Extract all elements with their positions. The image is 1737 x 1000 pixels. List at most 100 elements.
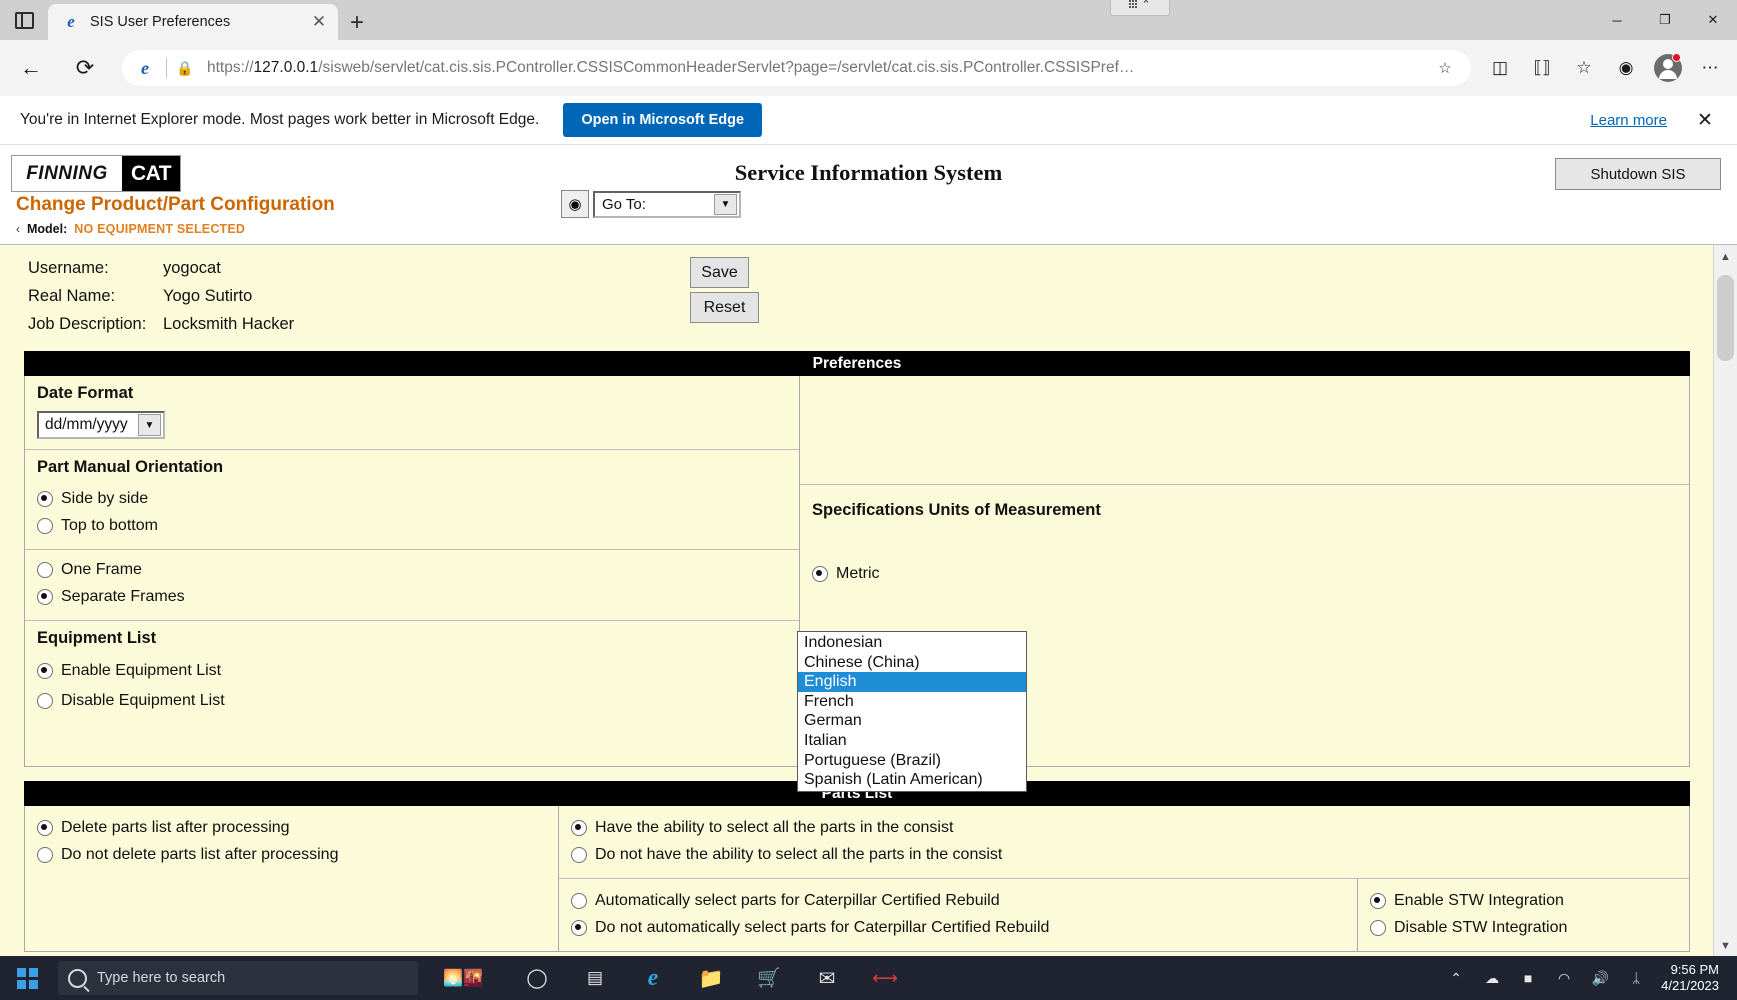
settings-and-more-button[interactable]: ⋯: [1691, 50, 1729, 86]
scrollbar-thumb[interactable]: [1717, 275, 1734, 361]
save-button[interactable]: Save: [690, 257, 749, 288]
radio-disable-stw-integration[interactable]: Disable STW Integration: [1370, 914, 1677, 941]
language-option[interactable]: Italian: [798, 731, 1026, 751]
mail-icon[interactable]: ✉: [798, 956, 856, 1000]
radio-no-ability-select-all[interactable]: Do not have the ability to select all th…: [571, 841, 1677, 868]
radio-have-ability-select-all[interactable]: Have the ability to select all the parts…: [571, 814, 1677, 841]
radio-icon: [1370, 920, 1386, 936]
split-screen-icon[interactable]: ◫: [1481, 50, 1519, 86]
bluetooth-icon[interactable]: ᛦ: [1619, 956, 1653, 1000]
radio-delete-parts-list[interactable]: Delete parts list after processing: [37, 814, 546, 841]
goto-icon[interactable]: ◉: [561, 190, 589, 218]
window-drag-handle[interactable]: ⌃: [1110, 0, 1170, 16]
rebuild-and-stw-group: Automatically select parts for Caterpill…: [559, 879, 1689, 951]
language-option[interactable]: Spanish (Latin American): [798, 770, 1026, 790]
language-option[interactable]: German: [798, 711, 1026, 731]
back-button[interactable]: ←: [8, 49, 54, 87]
new-tab-button[interactable]: +: [338, 6, 376, 40]
address-bar[interactable]: e 🔒 https://127.0.0.1/sisweb/servlet/cat…: [122, 50, 1471, 86]
language-option[interactable]: Indonesian: [798, 633, 1026, 653]
username-value: yogocat: [163, 259, 221, 287]
open-in-edge-button[interactable]: Open in Microsoft Edge: [563, 103, 762, 137]
radio-one-frame[interactable]: One Frame: [37, 556, 787, 583]
stw-options: Enable STW Integration Disable STW Integ…: [1357, 879, 1689, 951]
file-explorer-icon[interactable]: 📁: [682, 956, 740, 1000]
volume-icon[interactable]: 🔊: [1583, 956, 1617, 1000]
chevron-left-icon[interactable]: ‹: [16, 222, 20, 236]
close-window-button[interactable]: ✕: [1689, 0, 1737, 40]
scroll-down-button[interactable]: ▼: [1714, 934, 1737, 956]
onedrive-icon[interactable]: ☁: [1475, 956, 1509, 1000]
weather-widget[interactable]: 🌅🌇: [418, 956, 508, 1000]
reset-button[interactable]: Reset: [690, 292, 759, 323]
browser-tab[interactable]: e SIS User Preferences ✕: [48, 4, 338, 40]
cortana-icon[interactable]: ◯: [508, 956, 566, 1000]
language-option[interactable]: Chinese (China): [798, 653, 1026, 673]
edge-icon[interactable]: e: [624, 956, 682, 1000]
show-hidden-icons[interactable]: ⌃: [1439, 956, 1473, 1000]
radio-auto-select-rebuild[interactable]: Automatically select parts for Caterpill…: [571, 887, 1345, 914]
radio-icon: [37, 693, 53, 709]
anydesk-icon[interactable]: ⟷: [856, 956, 914, 1000]
radio-do-not-delete-parts-list[interactable]: Do not delete parts list after processin…: [37, 841, 546, 868]
microsoft-store-icon[interactable]: 🛒: [740, 956, 798, 1000]
task-view-icon[interactable]: ▤: [566, 956, 624, 1000]
goto-control: ◉ Go To: ▼: [561, 190, 741, 218]
refresh-button[interactable]: ⟳: [62, 49, 108, 87]
scroll-up-button[interactable]: ▲: [1714, 245, 1737, 268]
search-input[interactable]: Type here to search: [58, 961, 418, 995]
language-group: [800, 376, 1689, 485]
search-icon: [68, 969, 87, 988]
collections-icon[interactable]: ⟦⟧: [1523, 50, 1561, 86]
profile-avatar[interactable]: [1649, 50, 1687, 86]
address-bar-url: https://127.0.0.1/sisweb/servlet/cat.cis…: [207, 59, 1431, 77]
radio-disable-equipment-list[interactable]: Disable Equipment List: [37, 686, 787, 716]
maximize-button[interactable]: ❐: [1641, 0, 1689, 40]
tab-strip: e SIS User Preferences ✕ + ⌃ ─ ❐ ✕: [0, 0, 1737, 40]
favorites-icon[interactable]: ☆: [1565, 50, 1603, 86]
network-icon[interactable]: ◠: [1547, 956, 1581, 1000]
ie-icon: e: [62, 13, 80, 31]
radio-no-auto-select-rebuild[interactable]: Do not automatically select parts for Ca…: [571, 914, 1345, 941]
radio-label: Do not delete parts list after processin…: [61, 846, 338, 864]
favorite-star-icon[interactable]: ☆: [1431, 54, 1459, 82]
page-scrollbar[interactable]: ▲ ▼: [1713, 245, 1737, 956]
radio-side-by-side[interactable]: Side by side: [37, 485, 787, 512]
learn-more-link[interactable]: Learn more: [1590, 112, 1667, 129]
tab-title: SIS User Preferences: [90, 14, 306, 30]
radio-icon: [571, 893, 587, 909]
chevron-down-icon: ⌃: [1141, 0, 1150, 11]
radio-label: Enable Equipment List: [61, 662, 221, 680]
radio-metric[interactable]: Metric: [812, 560, 1677, 587]
start-button[interactable]: [0, 956, 54, 1000]
language-option[interactable]: English: [798, 672, 1026, 692]
close-icon[interactable]: ✕: [1693, 109, 1717, 132]
shutdown-sis-button[interactable]: Shutdown SIS: [1555, 158, 1721, 190]
date-format-select[interactable]: dd/mm/yyyy ▼: [37, 411, 165, 439]
minimize-button[interactable]: ─: [1593, 0, 1641, 40]
equipment-list-title: Equipment List: [37, 629, 787, 648]
radio-label: Metric: [836, 565, 880, 583]
radio-enable-stw-integration[interactable]: Enable STW Integration: [1370, 887, 1677, 914]
radio-separate-frames[interactable]: Separate Frames: [37, 583, 787, 610]
browser-essentials-icon[interactable]: ◉: [1607, 50, 1645, 86]
clock[interactable]: 9:56 PM 4/21/2023: [1655, 962, 1727, 994]
radio-label: Disable Equipment List: [61, 692, 225, 710]
parts-options-column: Have the ability to select all the parts…: [559, 806, 1689, 951]
radio-icon: [571, 920, 587, 936]
radio-label: Separate Frames: [61, 588, 185, 606]
tab-list-icon[interactable]: [0, 0, 48, 40]
date-format-title: Date Format: [37, 384, 787, 403]
preferences-section-header: Preferences: [24, 351, 1690, 376]
close-icon[interactable]: ✕: [306, 9, 332, 35]
goto-select[interactable]: Go To: ▼: [593, 191, 741, 218]
radio-top-to-bottom[interactable]: Top to bottom: [37, 512, 787, 539]
battery-icon[interactable]: ■: [1511, 956, 1545, 1000]
radio-icon: [37, 518, 53, 534]
radio-enable-equipment-list[interactable]: Enable Equipment List: [37, 656, 787, 686]
language-option[interactable]: French: [798, 692, 1026, 712]
radio-icon: [37, 847, 53, 863]
language-option[interactable]: Portuguese (Brazil): [798, 751, 1026, 771]
part-manual-orientation-title: Part Manual Orientation: [37, 458, 787, 477]
language-dropdown-list[interactable]: IndonesianChinese (China)EnglishFrenchGe…: [797, 631, 1027, 792]
